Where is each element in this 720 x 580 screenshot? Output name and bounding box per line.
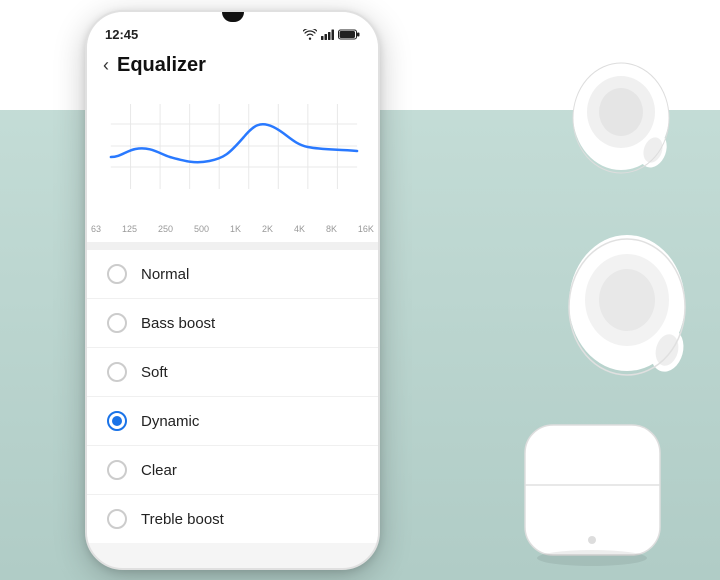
option-treble-boost-label: Treble boost (141, 511, 224, 528)
charging-case (515, 420, 670, 575)
wifi-icon (303, 29, 317, 40)
header: ‹ Equalizer (87, 48, 378, 89)
status-bar: 12:45 (87, 12, 378, 48)
chart-label-8k: 8K (326, 224, 337, 234)
option-treble-boost[interactable]: Treble boost (87, 495, 378, 543)
phone: 12:45 ‹ (85, 10, 380, 570)
battery-icon (338, 29, 360, 40)
option-bass-boost[interactable]: Bass boost (87, 299, 378, 348)
chart-label-63: 63 (91, 224, 101, 234)
option-dynamic-label: Dynamic (141, 413, 199, 430)
status-time: 12:45 (105, 27, 138, 42)
divider (87, 242, 378, 250)
radio-bass-boost[interactable] (107, 313, 127, 333)
earbud-mid-right (555, 215, 705, 400)
chart-label-2k: 2K (262, 224, 273, 234)
back-button[interactable]: ‹ (103, 55, 109, 76)
option-bass-boost-label: Bass boost (141, 315, 215, 332)
earbud-top-right (563, 50, 678, 180)
status-icons (303, 29, 360, 40)
radio-clear[interactable] (107, 460, 127, 480)
option-soft[interactable]: Soft (87, 348, 378, 397)
option-clear-label: Clear (141, 462, 177, 479)
radio-soft[interactable] (107, 362, 127, 382)
chart-label-1k: 1K (230, 224, 241, 234)
option-normal[interactable]: Normal (87, 250, 378, 299)
radio-dynamic-fill (112, 416, 122, 426)
option-normal-label: Normal (141, 266, 189, 283)
chart-label-4k: 4K (294, 224, 305, 234)
eq-chart (101, 99, 364, 209)
options-list: Normal Bass boost Soft Dynamic Clear Tre… (87, 250, 378, 543)
chart-label-500: 500 (194, 224, 209, 234)
eq-chart-area (87, 89, 378, 222)
radio-normal[interactable] (107, 264, 127, 284)
chart-label-250: 250 (158, 224, 173, 234)
notch (222, 12, 244, 22)
radio-treble-boost[interactable] (107, 509, 127, 529)
radio-dynamic[interactable] (107, 411, 127, 431)
option-clear[interactable]: Clear (87, 446, 378, 495)
signal-icon (321, 29, 334, 40)
page-title: Equalizer (117, 54, 206, 77)
option-soft-label: Soft (141, 364, 168, 381)
option-dynamic[interactable]: Dynamic (87, 397, 378, 446)
chart-label-16k: 16K (358, 224, 374, 234)
chart-label-125: 125 (122, 224, 137, 234)
chart-x-labels: 63 125 250 500 1K 2K 4K 8K 16K (87, 222, 378, 242)
